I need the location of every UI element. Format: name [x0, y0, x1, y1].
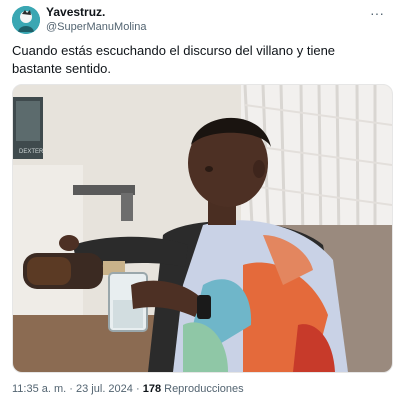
author-block[interactable]: Yavestruz. @SuperManuMolina	[46, 5, 146, 35]
tweet-text: Cuando estás escuchando el discurso del …	[12, 43, 336, 76]
author-display-name[interactable]: Yavestruz.	[46, 5, 146, 20]
avatar[interactable]	[12, 6, 40, 34]
author-handle[interactable]: @SuperManuMolina	[46, 20, 146, 35]
media-image: DEXTER	[13, 85, 392, 372]
more-options-icon[interactable]: ···	[368, 6, 386, 22]
views-label: Reproducciones	[164, 383, 244, 395]
meta-separator-2: ·	[135, 383, 140, 395]
tweet-time[interactable]: 11:35 a. m.	[12, 383, 66, 395]
tweet-card: Yavestruz. @SuperManuMolina ··· Cuando e…	[0, 0, 400, 401]
poster-text: DEXTER	[19, 149, 44, 155]
tweet-media[interactable]: DEXTER	[12, 84, 393, 373]
meta-separator: ·	[69, 383, 73, 395]
tweet-meta: 11:35 a. m. · 23 jul. 2024 · 178 Reprodu…	[12, 383, 244, 395]
views-count: 178	[142, 383, 162, 395]
tweet-date[interactable]: 23 jul. 2024	[76, 383, 133, 395]
avatar-image	[12, 6, 40, 34]
